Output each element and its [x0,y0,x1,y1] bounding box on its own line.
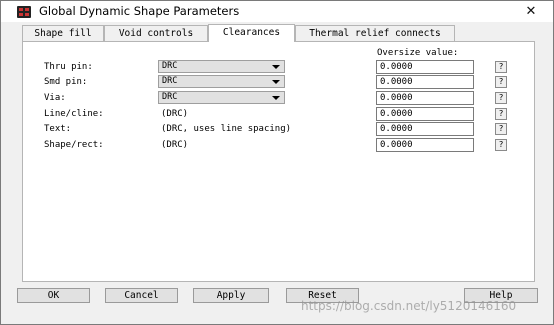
chevron-down-icon [272,80,280,84]
title-bar: Global Dynamic Shape Parameters ✕ [1,1,553,22]
line-cline-label: Line/cline: [44,109,104,119]
smd-pin-help-button[interactable]: ? [495,76,507,88]
text-value: (DRC, uses line spacing) [161,124,292,134]
text-label: Text: [44,124,72,134]
line-cline-value: (DRC) [161,109,189,119]
thru-pin-label: Thru pin: [44,62,93,72]
smd-pin-label: Smd pin: [44,77,88,87]
text-oversize-field[interactable]: 0.0000 [376,122,474,136]
via-help-button[interactable]: ? [495,92,507,104]
tab-clearances[interactable]: Clearances [208,24,295,42]
shape-rect-help-button[interactable]: ? [495,139,507,151]
shape-rect-value: (DRC) [161,140,189,150]
close-icon[interactable]: ✕ [521,3,541,20]
apply-button[interactable]: Apply [193,288,269,303]
thru-pin-oversize-value: 0.0000 [380,62,413,72]
chevron-down-icon [272,65,280,69]
text-help-button[interactable]: ? [495,123,507,135]
via-oversize-value: 0.0000 [380,93,413,103]
smd-pin-select[interactable]: DRC [158,75,285,88]
tab-void-controls[interactable]: Void controls [104,25,208,41]
shape-rect-label: Shape/rect: [44,140,104,150]
oversize-header: Oversize value: [377,48,459,58]
via-oversize-field[interactable]: 0.0000 [376,91,474,105]
smd-pin-oversize-value: 0.0000 [380,77,413,87]
via-select-value: DRC [162,92,178,102]
window-title: Global Dynamic Shape Parameters [39,4,240,18]
line-cline-help-button[interactable]: ? [495,108,507,120]
thru-pin-select[interactable]: DRC [158,60,285,73]
tab-shape-fill[interactable]: Shape fill [22,25,104,41]
dialog-window: Global Dynamic Shape Parameters ✕ Shape … [0,0,554,325]
thru-pin-help-button[interactable]: ? [495,61,507,73]
app-icon [17,6,31,18]
text-oversize-value: 0.0000 [380,124,413,134]
shape-rect-oversize-value: 0.0000 [380,140,413,150]
smd-pin-oversize-field[interactable]: 0.0000 [376,75,474,89]
via-select[interactable]: DRC [158,91,285,104]
cancel-button[interactable]: Cancel [105,288,178,303]
line-cline-oversize-field[interactable]: 0.0000 [376,107,474,121]
tab-thermal-relief-connects[interactable]: Thermal relief connects [295,25,455,41]
smd-pin-select-value: DRC [162,76,178,86]
watermark: https://blog.csdn.net/ly5120146160 [301,299,517,313]
ok-button[interactable]: OK [17,288,90,303]
thru-pin-select-value: DRC [162,61,178,71]
chevron-down-icon [272,96,280,100]
via-label: Via: [44,93,66,103]
thru-pin-oversize-field[interactable]: 0.0000 [376,60,474,74]
line-cline-oversize-value: 0.0000 [380,109,413,119]
shape-rect-oversize-field[interactable]: 0.0000 [376,138,474,152]
